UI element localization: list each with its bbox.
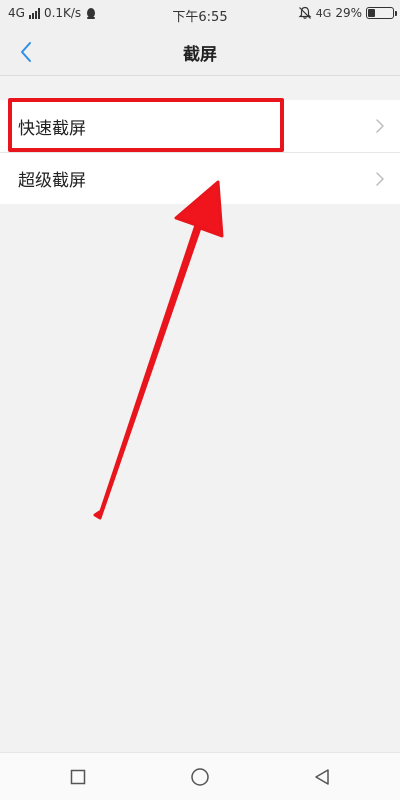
- list-item-super-screenshot[interactable]: 超级截屏: [0, 152, 400, 204]
- battery-percent: 29%: [335, 6, 362, 20]
- network-type-right: 4G: [315, 6, 332, 20]
- back-nav-button[interactable]: [310, 765, 334, 789]
- battery-icon: [366, 7, 397, 19]
- recent-apps-button[interactable]: [66, 765, 90, 789]
- bell-muted-icon: [298, 6, 312, 19]
- list-item-label: 快速截屏: [18, 118, 86, 139]
- navigation-bar: 截屏: [0, 28, 400, 76]
- page-title: 截屏: [183, 45, 217, 65]
- arrow-shape: [93, 180, 224, 520]
- triangle-back-icon: [315, 769, 329, 785]
- list-item-label: 超级截屏: [18, 171, 86, 191]
- chevron-right-icon: [376, 119, 384, 133]
- status-bar: 4G 0.1K/s 下午6:55 4G 29%: [0, 0, 400, 28]
- status-bar-right: 4G 29%: [298, 6, 397, 20]
- system-navigation-bar: [0, 752, 400, 800]
- circle-icon: [191, 768, 209, 786]
- chevron-right-icon: [376, 172, 384, 186]
- battery-fill: [368, 9, 375, 17]
- settings-list: 快速截屏 超级截屏: [0, 100, 400, 204]
- square-icon: [70, 769, 86, 785]
- home-button[interactable]: [188, 765, 212, 789]
- list-item-quick-screenshot[interactable]: 快速截屏: [0, 100, 400, 152]
